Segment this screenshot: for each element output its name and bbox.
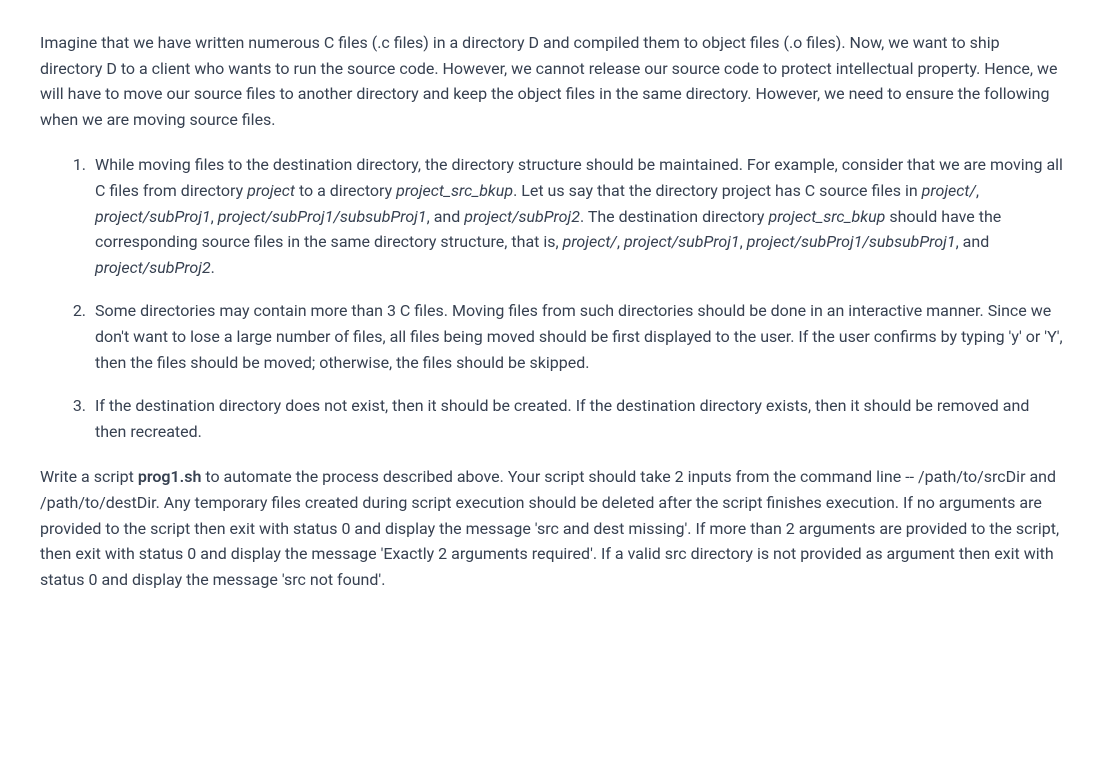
intro-text: Imagine that we have written numerous C …: [40, 33, 1057, 129]
li1-text: , and: [427, 207, 465, 226]
li2-text: Some directories may contain more than 3…: [95, 301, 1063, 371]
li1-text: ,: [617, 232, 624, 251]
li1-text: ,: [976, 181, 979, 200]
li1-em8: project/: [563, 232, 617, 251]
li1-text: .: [211, 258, 215, 277]
list-item-1: While moving files to the destination di…: [90, 152, 1063, 280]
script-name: prog1.sh: [138, 467, 202, 486]
li1-em10: project/subProj1/subsubProj1: [747, 232, 956, 251]
li1-text: ,: [211, 207, 218, 226]
li1-em2: project_src_bkup: [396, 181, 513, 200]
li1-em7: project_src_bkup: [768, 207, 885, 226]
li1-text: ,: [740, 232, 747, 251]
li1-em5: project/subProj1/subsubProj1: [218, 207, 427, 226]
list-item-2: Some directories may contain more than 3…: [90, 298, 1063, 375]
requirements-list: While moving files to the destination di…: [40, 152, 1063, 444]
list-item-3: If the destination directory does not ex…: [90, 393, 1063, 444]
li1-em11: project/subProj2: [95, 258, 211, 277]
li1-text: , and: [956, 232, 990, 251]
li1-text: to a directory: [295, 181, 396, 200]
li1-text: . Let us say that the directory project …: [513, 181, 922, 200]
closing-paragraph: Write a script prog1.sh to automate the …: [40, 464, 1063, 592]
li1-em4: project/subProj1: [95, 207, 211, 226]
li3-text: If the destination directory does not ex…: [95, 396, 1029, 441]
li1-em1: project: [247, 181, 295, 200]
li1-em3: project/: [922, 181, 976, 200]
li1-text: . The destination directory: [580, 207, 769, 226]
li1-em6: project/subProj2: [464, 207, 580, 226]
li1-em9: project/subProj1: [624, 232, 740, 251]
intro-paragraph: Imagine that we have written numerous C …: [40, 30, 1063, 132]
closing-text: Write a script: [40, 467, 138, 486]
